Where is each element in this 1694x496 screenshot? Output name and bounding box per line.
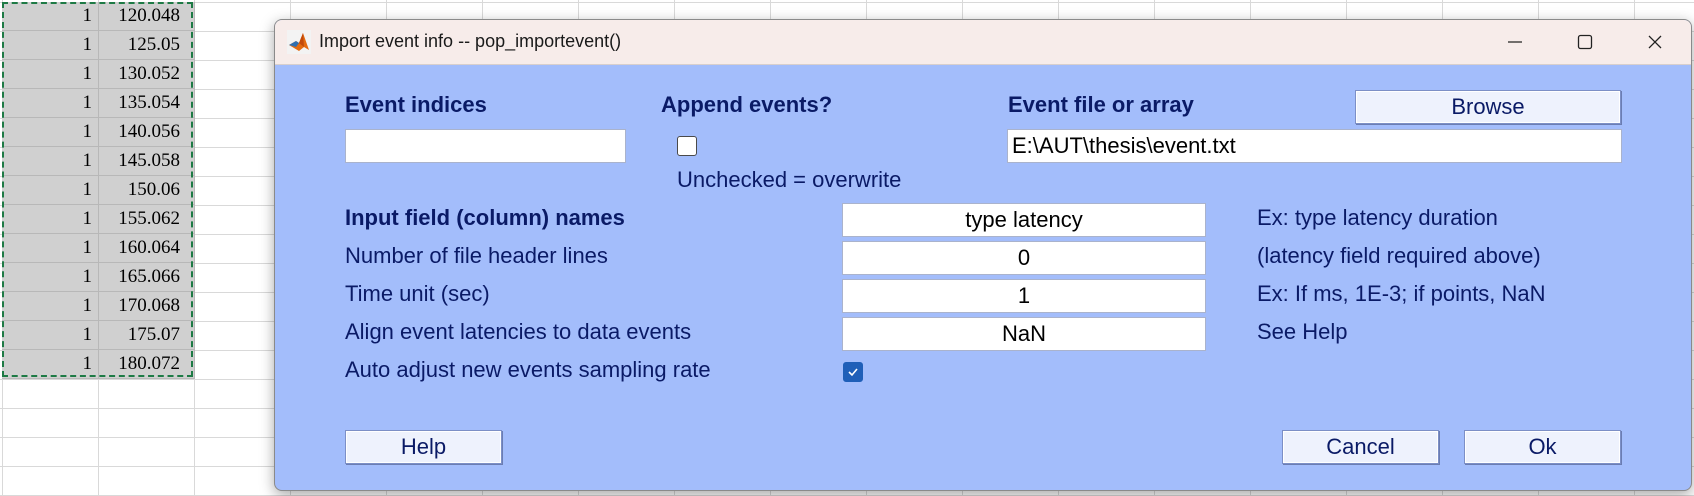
dialog-titlebar[interactable]: Import event info -- pop_importevent() xyxy=(275,20,1691,65)
import-event-dialog: Import event info -- pop_importevent() E… xyxy=(274,19,1692,491)
cancel-button[interactable]: Cancel xyxy=(1282,430,1439,464)
close-button[interactable] xyxy=(1621,20,1689,64)
input-field-names-input[interactable]: type latency xyxy=(842,203,1206,237)
event-file-label: Event file or array xyxy=(1008,92,1194,117)
spreadsheet-row[interactable]: 1 140.056 xyxy=(2,118,195,147)
spreadsheet-row[interactable]: 1 135.054 xyxy=(2,89,195,118)
align-latencies-hint: See Help xyxy=(1257,319,1348,344)
event-indices-input[interactable] xyxy=(345,129,626,163)
spreadsheet-cell-b[interactable]: 145.058 xyxy=(99,147,195,176)
spreadsheet-row[interactable]: 1 150.06 xyxy=(2,176,195,205)
minimize-button[interactable] xyxy=(1481,20,1549,64)
spreadsheet-cell-a[interactable]: 1 xyxy=(2,147,99,176)
maximize-button[interactable] xyxy=(1551,20,1619,64)
auto-adjust-label: Auto adjust new events sampling rate xyxy=(345,357,711,382)
ok-button[interactable]: Ok xyxy=(1464,430,1621,464)
dialog-title: Import event info -- pop_importevent() xyxy=(319,31,622,51)
spreadsheet-row[interactable]: 1 130.052 xyxy=(2,60,195,89)
close-icon xyxy=(1648,35,1662,49)
spreadsheet-cell-a[interactable]: 1 xyxy=(2,31,99,60)
help-button[interactable]: Help xyxy=(345,430,502,464)
spreadsheet-row[interactable]: 1 160.064 xyxy=(2,234,195,263)
append-events-label: Append events? xyxy=(661,92,833,117)
time-unit-input[interactable]: 1 xyxy=(842,279,1206,313)
minimize-icon xyxy=(1508,41,1522,43)
spreadsheet-cell-a[interactable]: 1 xyxy=(2,234,99,263)
spreadsheet-cell-a[interactable]: 1 xyxy=(2,60,99,89)
spreadsheet-cell-a[interactable]: 1 xyxy=(2,2,99,31)
spreadsheet-row[interactable]: 1 145.058 xyxy=(2,147,195,176)
spreadsheet-cell-b[interactable]: 155.062 xyxy=(99,205,195,234)
time-unit-label: Time unit (sec) xyxy=(345,281,490,306)
spreadsheet-row[interactable]: 1 175.07 xyxy=(2,321,195,350)
event-indices-label: Event indices xyxy=(345,92,487,117)
input-field-names-hint: Ex: type latency duration xyxy=(1257,205,1498,230)
browse-button[interactable]: Browse xyxy=(1355,90,1621,124)
header-lines-hint: (latency field required above) xyxy=(1257,243,1541,268)
spreadsheet-cell-a[interactable]: 1 xyxy=(2,292,99,321)
append-hint-text: Unchecked = overwrite xyxy=(677,167,902,192)
spreadsheet-selected-range[interactable]: 1 120.048 1 125.05 1 130.052 1 135.054 1 140.056 1… xyxy=(2,2,195,379)
spreadsheet-row[interactable]: 1 180.072 xyxy=(2,350,195,379)
spreadsheet-cell-b[interactable]: 130.052 xyxy=(99,60,195,89)
spreadsheet-cell-a[interactable]: 1 xyxy=(2,321,99,350)
spreadsheet-cell-a[interactable]: 1 xyxy=(2,350,99,379)
input-field-names-label: Input field (column) names xyxy=(345,205,625,230)
auto-adjust-checkbox[interactable] xyxy=(843,362,863,382)
spreadsheet-cell-b[interactable]: 120.048 xyxy=(99,2,195,31)
header-lines-label: Number of file header lines xyxy=(345,243,608,268)
event-file-input[interactable]: E:\AUT\thesis\event.txt xyxy=(1007,129,1622,163)
spreadsheet-cell-b[interactable]: 125.05 xyxy=(99,31,195,60)
spreadsheet-cell-b[interactable]: 160.064 xyxy=(99,234,195,263)
append-events-checkbox[interactable] xyxy=(677,136,697,156)
time-unit-hint: Ex: If ms, 1E-3; if points, NaN xyxy=(1257,281,1546,306)
spreadsheet-cell-b[interactable]: 175.07 xyxy=(99,321,195,350)
spreadsheet-cell-a[interactable]: 1 xyxy=(2,205,99,234)
spreadsheet-cell-b[interactable]: 135.054 xyxy=(99,89,195,118)
spreadsheet-row[interactable]: 1 155.062 xyxy=(2,205,195,234)
header-lines-input[interactable]: 0 xyxy=(842,241,1206,275)
spreadsheet-cell-a[interactable]: 1 xyxy=(2,89,99,118)
spreadsheet-cell-a[interactable]: 1 xyxy=(2,176,99,205)
spreadsheet-row[interactable]: 1 170.068 xyxy=(2,292,195,321)
align-latencies-label: Align event latencies to data events xyxy=(345,319,692,344)
spreadsheet-cell-b[interactable]: 170.068 xyxy=(99,292,195,321)
spreadsheet-cell-b[interactable]: 165.066 xyxy=(99,263,195,292)
spreadsheet-cell-b[interactable]: 150.06 xyxy=(99,176,195,205)
spreadsheet-row[interactable]: 1 125.05 xyxy=(2,31,195,60)
spreadsheet-row[interactable]: 1 120.048 xyxy=(2,2,195,31)
spreadsheet-cell-b[interactable]: 180.072 xyxy=(99,350,195,379)
spreadsheet-cell-b[interactable]: 140.056 xyxy=(99,118,195,147)
spreadsheet-cell-a[interactable]: 1 xyxy=(2,118,99,147)
matlab-logo-icon xyxy=(287,30,311,54)
checkmark-icon xyxy=(848,368,858,377)
spreadsheet-row[interactable]: 1 165.066 xyxy=(2,263,195,292)
maximize-icon xyxy=(1577,34,1593,50)
align-latencies-input[interactable]: NaN xyxy=(842,317,1206,351)
spreadsheet-cell-a[interactable]: 1 xyxy=(2,263,99,292)
